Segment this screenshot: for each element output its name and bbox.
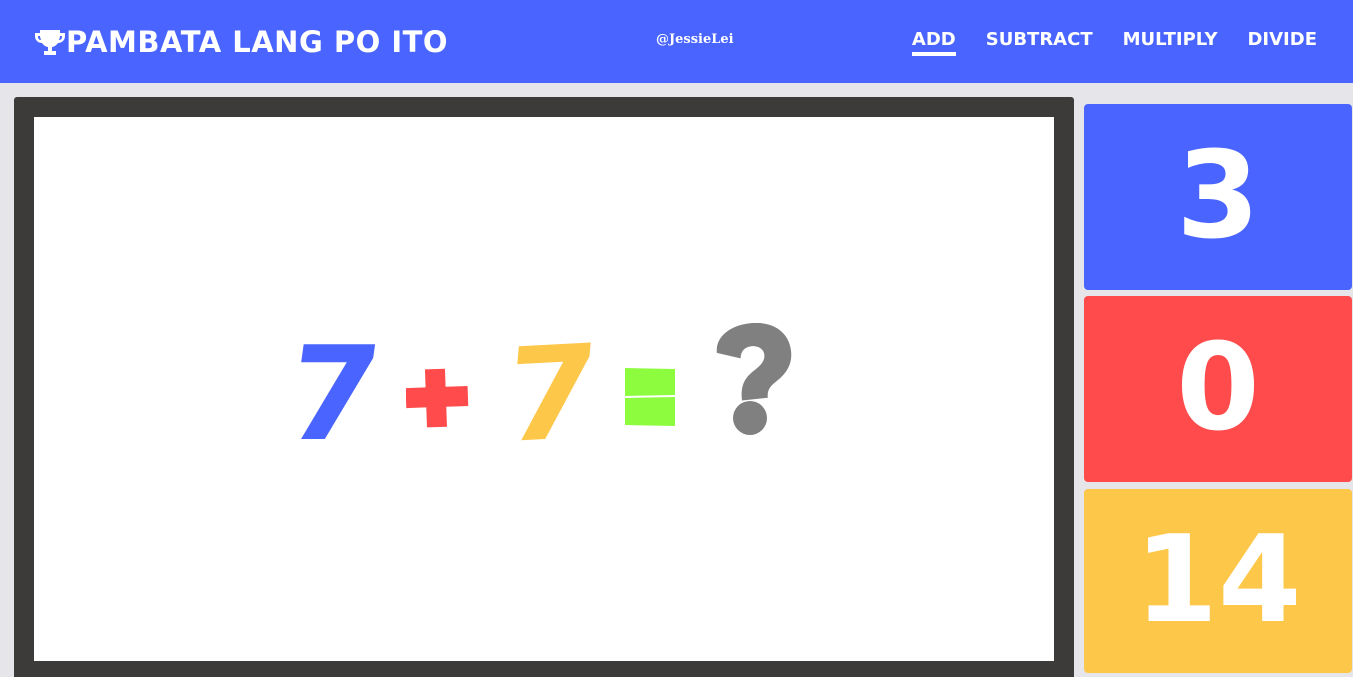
app-title: PAMBATA LANG PO ITO [66, 25, 449, 59]
author-handle: @JessieLei [656, 32, 734, 47]
brand[interactable]: PAMBATA LANG PO ITO [34, 22, 448, 62]
tab-multiply[interactable]: MULTIPLY [1123, 28, 1218, 56]
tab-divide[interactable]: DIVIDE [1247, 28, 1317, 56]
answer-choice-value: 0 [1176, 319, 1260, 458]
equals-sign-icon [624, 368, 676, 431]
answer-choice-3[interactable]: 14 [1084, 489, 1352, 673]
unknown-answer [714, 322, 796, 462]
trophy-icon [34, 27, 66, 57]
equation-board: 7 7 [14, 97, 1074, 677]
tab-add[interactable]: ADD [911, 28, 956, 56]
answer-choice-1[interactable]: 3 [1084, 104, 1352, 290]
right-operand: 7 [499, 315, 604, 473]
answer-choice-value: 3 [1176, 127, 1260, 266]
tab-subtract[interactable]: SUBTRACT [986, 28, 1093, 56]
top-navigation-bar: PAMBATA LANG PO ITO @JessieLei ADD SUBTR… [0, 0, 1353, 83]
answer-choice-value: 14 [1134, 511, 1302, 650]
operation-tabs: ADD SUBTRACT MULTIPLY DIVIDE [911, 28, 1317, 56]
equation: 7 7 [34, 117, 1054, 661]
left-operand: 7 [277, 318, 390, 470]
equation-canvas: 7 7 [34, 117, 1054, 661]
answer-choice-2[interactable]: 0 [1084, 296, 1352, 482]
plus-sign-icon [405, 367, 470, 434]
